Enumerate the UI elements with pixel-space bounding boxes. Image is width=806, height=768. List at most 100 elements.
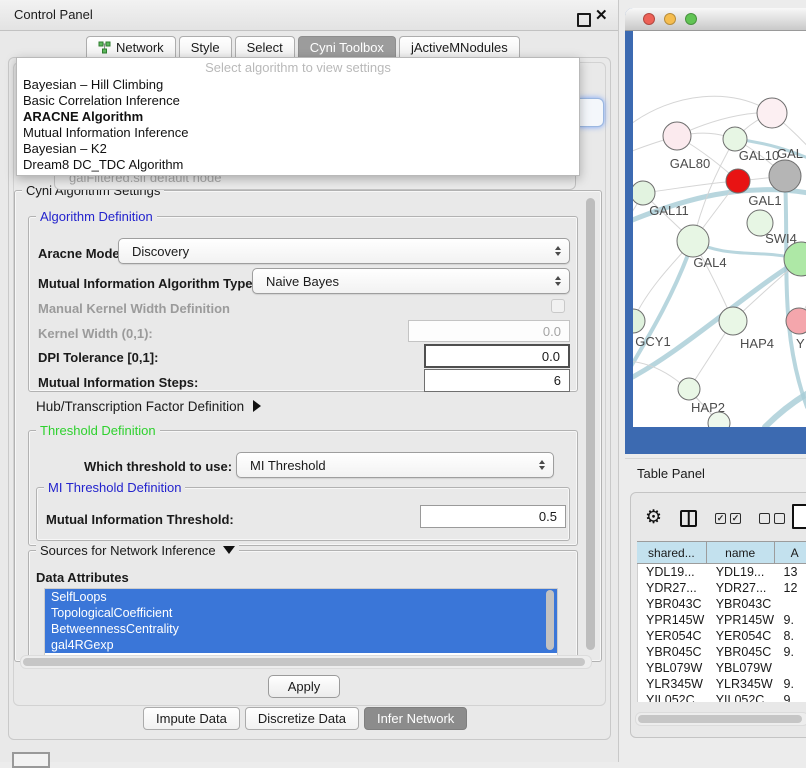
dpi-tolerance-input[interactable]: 0.0 (424, 344, 570, 368)
tab-select[interactable]: Select (235, 36, 295, 58)
network-edge[interactable] (765, 389, 806, 427)
combo-arrows-icon (555, 276, 561, 286)
column-header-name[interactable]: name (707, 542, 775, 563)
algorithm-option-aracne-algorithm[interactable]: ARACNE Algorithm (17, 109, 579, 125)
table-header-row: shared...nameA (637, 541, 806, 564)
minimize-traffic-light-icon[interactable] (664, 13, 676, 25)
algorithm-combo-focus-fragment[interactable] (578, 98, 604, 127)
table-cell: YBR045C (708, 645, 776, 659)
tab-cyni-toolbox[interactable]: Cyni Toolbox (298, 36, 396, 58)
node-label-swi4: SWI4 (765, 231, 797, 246)
table-cell: YDR27... (708, 581, 776, 595)
column-header-shared[interactable]: shared... (637, 542, 707, 563)
network-node-gal11[interactable] (633, 181, 655, 205)
mi-algorithm-type-label: Mutual Information Algorithm Type: (38, 276, 257, 291)
tab-jactivemnodules[interactable]: jActiveMNodules (399, 36, 520, 58)
close-icon[interactable]: ✕ (595, 6, 608, 24)
network-node-gcy1[interactable] (633, 309, 645, 333)
sources-group-title[interactable]: Sources for Network Inference (36, 543, 239, 558)
table-horizontal-scrollbar-track[interactable] (635, 712, 806, 726)
table-row[interactable]: YER054CYER054C8. (638, 628, 806, 644)
attribute-item-topologicalcoefficient[interactable]: TopologicalCoefficient (45, 605, 557, 621)
table-cell: 8. (776, 629, 806, 643)
table-cell: 9. (776, 613, 806, 627)
select-all-icon[interactable]: ✓✓ (715, 513, 741, 524)
page-icon[interactable] (792, 504, 806, 529)
mi-algorithm-type-combo[interactable]: Naive Bayes (252, 268, 570, 294)
algorithm-option-basic-correlation-inference[interactable]: Basic Correlation Inference (17, 93, 579, 109)
table-toolbar: ⚙ ✓✓ (645, 507, 785, 529)
mi-threshold-label: Mutual Information Threshold: (46, 512, 234, 527)
table-cell: 9. (776, 693, 806, 702)
zoom-traffic-light-icon[interactable] (685, 13, 697, 25)
algorithm-option-mutual-information-inference[interactable]: Mutual Information Inference (17, 125, 579, 141)
table-row[interactable]: YDR27...YDR27...12 (638, 580, 806, 596)
algorithm-option-bayesian-hill-climbing[interactable]: Bayesian – Hill Climbing (17, 77, 579, 93)
attribute-item-selfloops[interactable]: SelfLoops (45, 589, 557, 605)
kernel-width-label: Kernel Width (0,1): (38, 326, 153, 341)
table-horizontal-scrollbar-thumb[interactable] (638, 715, 802, 723)
network-canvas[interactable]: GALGAL80GAL10GAL1GAL11SWI4GAL4GCY1HAP4YH… (633, 31, 806, 427)
attribute-item-gal4rgexp[interactable]: gal4RGexp (45, 637, 557, 653)
table-row[interactable]: YLR345WYLR345W9. (638, 676, 806, 692)
table-cell: YIL052C (638, 693, 708, 702)
node-label-y: Y (796, 336, 805, 351)
bottom-tab-bar: Impute DataDiscretize DataInfer Network (143, 707, 467, 729)
settings-horizontal-scrollbar-track[interactable] (20, 655, 592, 669)
aracne-mode-combo[interactable]: Discovery (118, 238, 570, 264)
tab-network[interactable]: Network (86, 36, 176, 58)
which-threshold-combo[interactable]: MI Threshold (236, 452, 554, 478)
tab-bar: NetworkStyleSelectCyni ToolboxjActiveMNo… (86, 36, 520, 58)
close-traffic-light-icon[interactable] (643, 13, 655, 25)
table-row[interactable]: YBR043CYBR043C (638, 596, 806, 612)
network-node-gal[interactable] (757, 98, 787, 128)
table-panel: ⚙ ✓✓ shared...nameA YDL19...YDL19...13YD… (630, 492, 806, 738)
float-window-icon[interactable] (577, 13, 591, 27)
table-cell: 9. (776, 645, 806, 659)
network-edge[interactable] (785, 176, 806, 407)
gear-icon[interactable]: ⚙ (645, 509, 662, 527)
mi-threshold-input[interactable]: 0.5 (420, 505, 566, 528)
table-row[interactable]: YBR045CYBR045C9. (638, 644, 806, 660)
apply-button[interactable]: Apply (268, 675, 340, 698)
network-node[interactable] (769, 160, 801, 192)
network-edge[interactable] (633, 96, 772, 127)
table-cell: 9. (776, 677, 806, 691)
bottom-tab-discretize-data[interactable]: Discretize Data (245, 707, 359, 730)
algorithm-option-dream8-dc-tdc-algorithm[interactable]: Dream8 DC_TDC Algorithm (17, 157, 579, 173)
network-node-gal80[interactable] (663, 122, 691, 150)
algorithm-option-bayesian-k2[interactable]: Bayesian – K2 (17, 141, 579, 157)
tab-style[interactable]: Style (179, 36, 232, 58)
manual-kernel-checkbox[interactable] (551, 299, 565, 313)
node-label-gal11: GAL11 (649, 203, 689, 218)
network-node-gal1[interactable] (726, 169, 750, 193)
table-cell: YBR045C (638, 645, 708, 659)
network-edge[interactable] (633, 241, 693, 373)
data-attributes-label: Data Attributes (36, 570, 129, 585)
network-node-hap2[interactable] (678, 378, 700, 400)
panel-divider (625, 458, 806, 459)
table-row[interactable]: YBL079WYBL079W (638, 660, 806, 676)
settings-horizontal-scrollbar-thumb[interactable] (23, 658, 585, 666)
column-header-a[interactable]: A (775, 542, 806, 563)
table-row[interactable]: YIL052CYIL052C9. (638, 692, 806, 702)
mi-steps-input[interactable]: 6 (424, 369, 570, 392)
hub-section-toggle[interactable]: Hub/Transcription Factor Definition (36, 399, 261, 414)
table-row[interactable]: YDL19...YDL19...13 (638, 564, 806, 580)
settings-vertical-scrollbar[interactable] (586, 198, 595, 650)
attribute-item-betweennesscentrality[interactable]: BetweennessCentrality (45, 621, 557, 637)
bottom-tab-impute-data[interactable]: Impute Data (143, 707, 240, 730)
bottom-tab-infer-network[interactable]: Infer Network (364, 707, 467, 730)
network-node-gal4[interactable] (677, 225, 709, 257)
table-row[interactable]: YPR145WYPR145W9. (638, 612, 806, 628)
attributes-list-scrollbar[interactable] (546, 590, 554, 650)
network-node-hap4[interactable] (719, 307, 747, 335)
node-label-gcy1: GCY1 (635, 334, 670, 349)
select-none-icon[interactable] (759, 513, 785, 524)
table-cell: 12 (776, 581, 806, 595)
kernel-width-input[interactable]: 0.0 (408, 320, 570, 342)
network-graph[interactable]: GALGAL80GAL10GAL1GAL11SWI4GAL4GCY1HAP4YH… (633, 31, 806, 427)
minimized-panel-icon[interactable] (12, 752, 50, 768)
split-columns-icon[interactable] (680, 510, 697, 527)
combo-arrows-icon (539, 460, 545, 470)
